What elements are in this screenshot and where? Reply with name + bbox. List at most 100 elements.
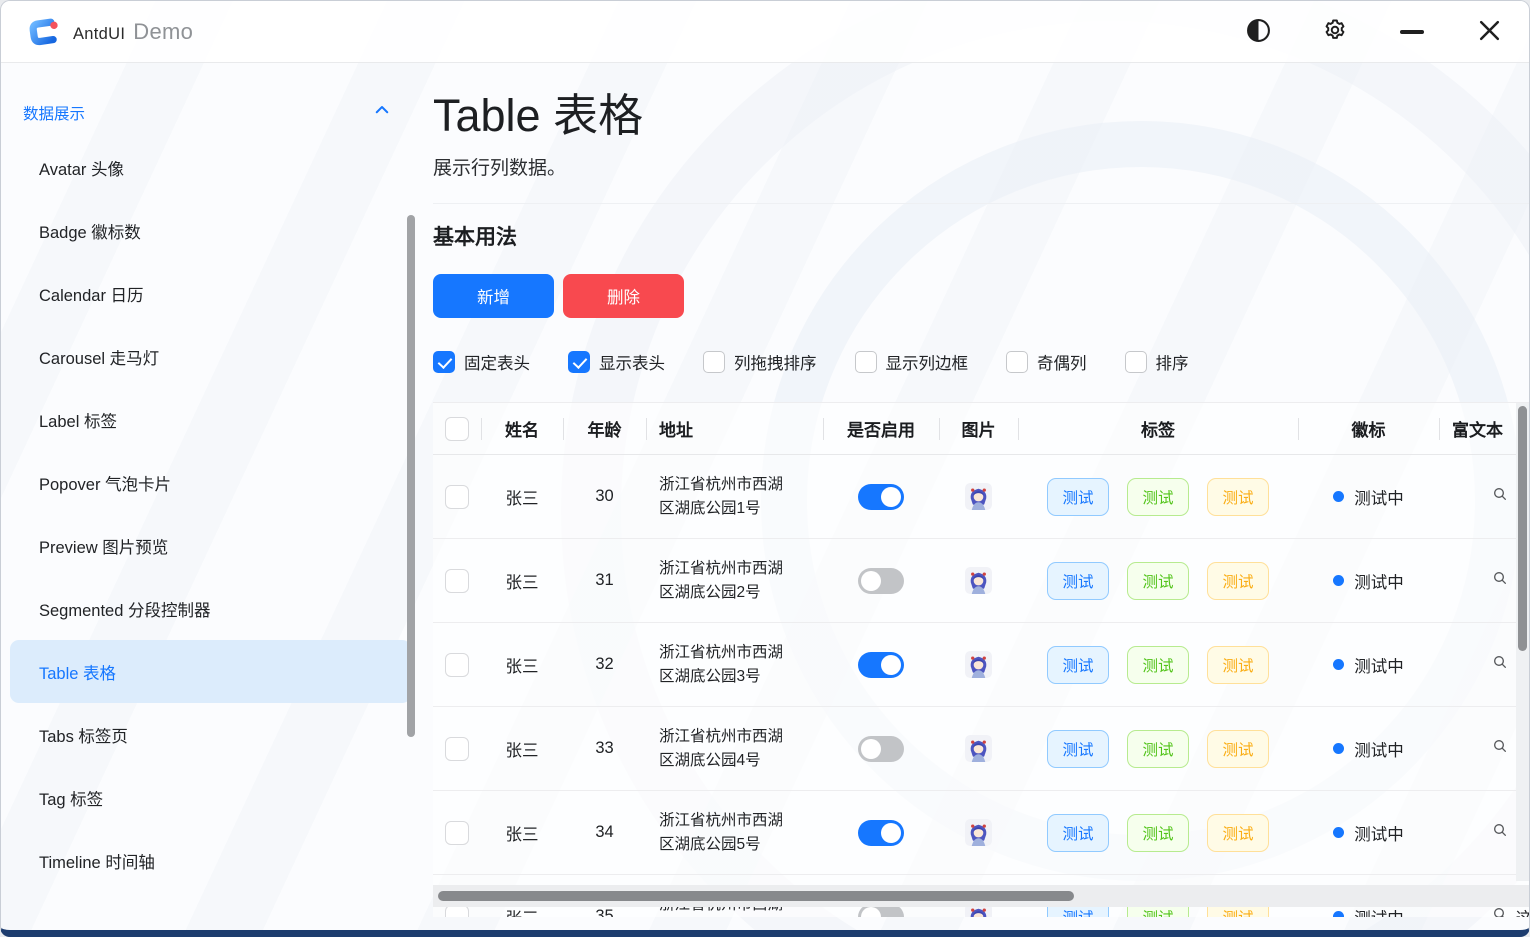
name-cell: 张三 (481, 485, 563, 509)
table-option[interactable]: 显示表头 (568, 350, 665, 374)
sidebar-item[interactable]: Preview 图片预览 (10, 514, 411, 577)
sidebar-item[interactable]: Segmented 分段控制器 (10, 577, 411, 640)
row-select-cell (433, 737, 481, 761)
titlebar-actions (1244, 18, 1503, 46)
address-line1: 浙江省杭州市西湖 (659, 641, 783, 665)
row-select-cell (433, 485, 481, 509)
row-checkbox[interactable] (445, 737, 469, 761)
table-option[interactable]: 排序 (1125, 350, 1189, 374)
close-icon (1477, 18, 1502, 46)
sidebar-item[interactable]: Label 标签 (10, 388, 411, 451)
add-button[interactable]: 新增 (433, 274, 554, 318)
sidebar-item[interactable]: Calendar 日历 (10, 262, 411, 325)
tag: 测试 (1047, 562, 1109, 600)
tag: 测试 (1207, 646, 1269, 684)
table-option[interactable]: 奇偶列 (1006, 350, 1087, 374)
tag: 测试 (1127, 646, 1189, 684)
close-button[interactable] (1475, 18, 1503, 46)
table-options: 固定表头 显示表头 列拖拽排序 显示列边框 奇偶列 排序 (433, 350, 1529, 374)
row-checkbox[interactable] (445, 569, 469, 593)
table-option[interactable]: 列拖拽排序 (703, 350, 817, 374)
sidebar-item[interactable]: Popover 气泡卡片 (10, 451, 411, 514)
app-name: AntdUI (73, 25, 125, 43)
image-cell (939, 651, 1018, 678)
row-checkbox[interactable] (445, 485, 469, 509)
toggle-knob (881, 823, 901, 843)
option-checkbox[interactable] (703, 351, 725, 373)
settings-button[interactable] (1321, 18, 1349, 46)
enabled-toggle[interactable] (858, 820, 904, 846)
sidebar: 数据展示 Avatar 头像 Badge 徽标数 Calendar 日历 Car… (1, 63, 425, 929)
row-checkbox[interactable] (445, 653, 469, 677)
avatar-image[interactable] (965, 735, 992, 762)
sidebar-item[interactable]: Carousel 走马灯 (10, 325, 411, 388)
avatar-image[interactable] (965, 651, 992, 678)
option-checkbox[interactable] (855, 351, 877, 373)
section-title: 基本用法 (433, 224, 1529, 252)
toggle-knob (861, 571, 881, 591)
gear-icon (1322, 17, 1348, 46)
theme-toggle-button[interactable] (1244, 18, 1272, 46)
badge-label: 测试中 (1354, 569, 1404, 593)
age-cell: 30 (563, 487, 646, 506)
name-cell: 张三 (481, 821, 563, 845)
table-option[interactable]: 固定表头 (433, 350, 530, 374)
age-cell: 31 (563, 571, 646, 590)
sidebar-item[interactable]: Avatar 头像 (10, 136, 411, 199)
table-horizontal-scrollbar[interactable] (438, 891, 1074, 901)
toggle-knob (861, 739, 881, 759)
badge-dot (1333, 743, 1344, 754)
option-checkbox[interactable] (1125, 351, 1147, 373)
sidebar-item-label: Timeline 时间轴 (39, 849, 155, 873)
enabled-toggle[interactable] (858, 568, 904, 594)
badge-cell: 测试中 (1298, 485, 1439, 509)
badge-dot (1333, 659, 1344, 670)
sidebar-group-header[interactable]: 数据展示 (23, 101, 391, 124)
app-subtitle: Demo (133, 19, 193, 44)
table-option[interactable]: 显示列边框 (855, 350, 969, 374)
age-cell: 32 (563, 655, 646, 674)
table-header-row: 姓名年龄地址是否启用图片标签徽标富文本 (433, 403, 1529, 455)
sidebar-item[interactable]: Badge 徽标数 (10, 199, 411, 262)
enabled-toggle[interactable] (858, 484, 904, 510)
enabled-toggle[interactable] (858, 736, 904, 762)
address-line2: 区湖底公园4号 (659, 749, 783, 773)
data-table: 姓名年龄地址是否启用图片标签徽标富文本 张三 30 浙江省杭州市西湖区湖底公园1… (433, 402, 1529, 917)
tags-cell: 测试测试测试 (1018, 478, 1298, 516)
delete-button[interactable]: 删除 (563, 274, 684, 318)
option-checkbox[interactable] (1006, 351, 1028, 373)
sidebar-item-label: Label 标签 (39, 408, 117, 432)
option-checkbox[interactable] (568, 351, 590, 373)
column-header: 徽标 (1298, 416, 1439, 441)
action-buttons: 新增 删除 (433, 274, 1529, 318)
select-all-checkbox[interactable] (445, 417, 469, 441)
address-cell: 浙江省杭州市西湖区湖底公园4号 (646, 725, 823, 773)
badge-dot (1333, 827, 1344, 838)
table-vertical-scrollbar[interactable] (1518, 406, 1527, 651)
sidebar-item[interactable]: Timeline 时间轴 (10, 829, 411, 892)
sidebar-item[interactable]: Tabs 标签页 (10, 703, 411, 766)
badge-label: 测试中 (1354, 821, 1404, 845)
enabled-toggle[interactable] (858, 652, 904, 678)
option-checkbox[interactable] (433, 351, 455, 373)
avatar-image[interactable] (965, 567, 992, 594)
section-divider (433, 203, 1529, 204)
sidebar-item[interactable]: Table 表格 (10, 640, 411, 703)
table-row: 张三 34 浙江省杭州市西湖区湖底公园5号 测试测试测试 (433, 791, 1529, 875)
option-label: 固定表头 (464, 350, 530, 374)
magnifier-icon (1492, 486, 1508, 507)
row-select-cell (433, 653, 481, 677)
sidebar-scrollbar[interactable] (407, 215, 415, 737)
window-content: 数据展示 Avatar 头像 Badge 徽标数 Calendar 日历 Car… (1, 63, 1529, 929)
row-checkbox[interactable] (445, 821, 469, 845)
app-window: AntdUI Demo (0, 0, 1530, 937)
badge-dot (1333, 911, 1344, 917)
sidebar-item[interactable]: Tag 标签 (10, 766, 411, 829)
minimize-button[interactable] (1398, 18, 1426, 46)
avatar-image[interactable] (965, 819, 992, 846)
half-filled-circle-icon (1246, 18, 1271, 46)
enabled-cell (823, 820, 939, 846)
tag: 测试 (1207, 814, 1269, 852)
option-label: 列拖拽排序 (734, 350, 817, 374)
avatar-image[interactable] (965, 483, 992, 510)
